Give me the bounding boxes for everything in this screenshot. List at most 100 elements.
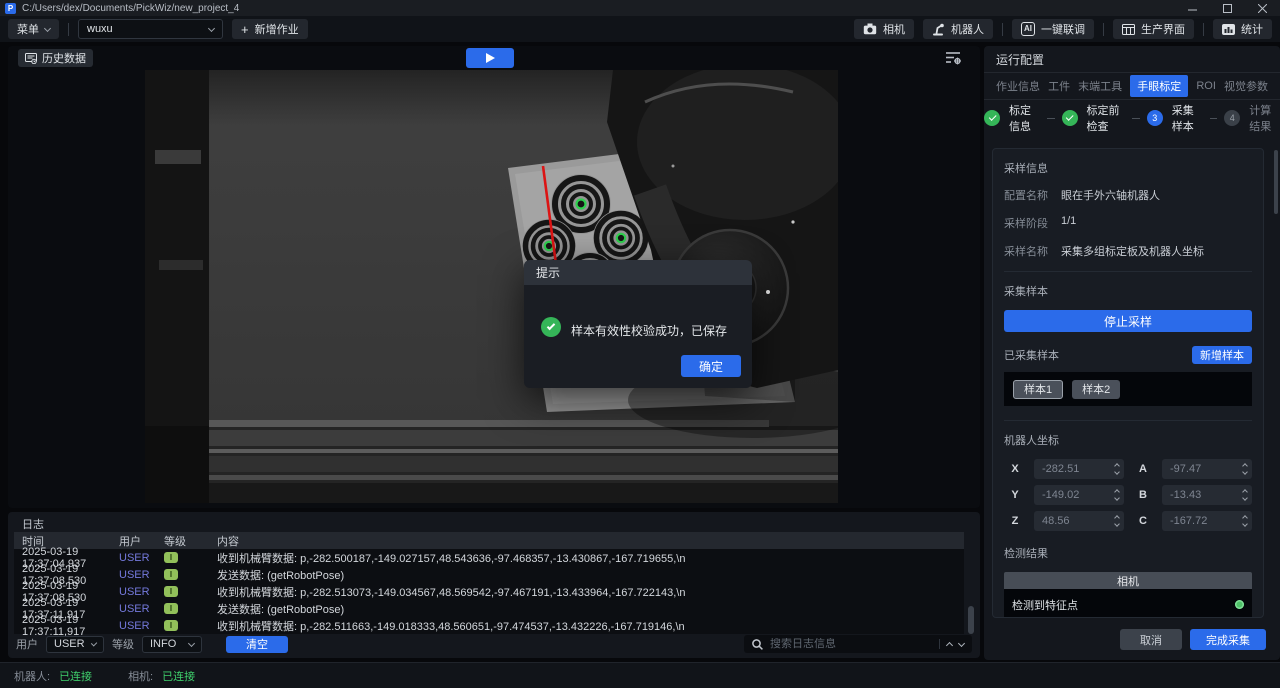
detection-title: 检测结果: [1004, 545, 1252, 561]
divider: [68, 23, 69, 36]
robot-button[interactable]: 机器人: [923, 19, 993, 39]
step-done-icon: [1062, 110, 1078, 126]
panel-footer: 取消 完成采集: [1120, 629, 1266, 650]
stepper-icon[interactable]: [1243, 514, 1247, 526]
dialog-title: 提示: [524, 260, 752, 285]
step-connector: [1132, 118, 1140, 119]
panel-scrollbar[interactable]: [1274, 150, 1278, 214]
stepper-icon[interactable]: [1115, 488, 1119, 500]
stepper-icon[interactable]: [1115, 462, 1119, 474]
robot-coords-title: 机器人坐标: [1004, 432, 1252, 448]
divider: [1002, 23, 1003, 36]
log-search-input[interactable]: [770, 638, 932, 650]
tab-workpiece[interactable]: 工件: [1048, 78, 1070, 94]
app-logo-icon: P: [5, 3, 16, 14]
log-row[interactable]: 2025-03-19 17:37:08,530 USER I 收到机械臂数据: …: [14, 583, 964, 600]
search-next-icon[interactable]: [958, 639, 965, 646]
collected-label: 已采集样本: [1004, 347, 1059, 363]
config-name-row: 配置名称 眼在手外六轴机器人: [1004, 187, 1252, 203]
success-check-icon: [541, 317, 561, 337]
log-row[interactable]: 2025-03-19 17:37:11,917 USER I 收到机械臂数据: …: [14, 617, 964, 634]
viewer-panel: 历史数据: [8, 46, 980, 508]
coord-c-input[interactable]: -167.72: [1162, 511, 1252, 531]
search-prev-icon[interactable]: [946, 641, 953, 648]
job-select[interactable]: wuxu: [78, 19, 223, 39]
production-view-button[interactable]: 生产界面: [1113, 19, 1194, 39]
calibration-steps: 标定信息 标定前检查 3 采集样本 4 计算结果: [984, 100, 1280, 136]
cancel-button[interactable]: 取消: [1120, 629, 1182, 650]
statistics-button[interactable]: 统计: [1213, 19, 1272, 39]
divider: [1004, 271, 1252, 272]
log-row[interactable]: 2025-03-19 17:37:08,530 USER I 发送数据: (ge…: [14, 566, 964, 583]
col-header-level: 等级: [164, 533, 217, 549]
sample-chip-1[interactable]: 样本1: [1013, 380, 1063, 399]
one-key-connect-button[interactable]: AI 一键联调: [1012, 19, 1094, 39]
tab-roi[interactable]: ROI: [1196, 80, 1216, 92]
menu-button[interactable]: 菜单: [8, 19, 59, 39]
clear-log-button[interactable]: 清空: [226, 636, 288, 653]
robot-arm-icon: [932, 23, 945, 36]
coord-y-input[interactable]: -149.02: [1034, 485, 1124, 505]
step-active-number: 3: [1147, 110, 1163, 126]
coord-b-input[interactable]: -13.43: [1162, 485, 1252, 505]
robot-coords-grid: X -282.51 A -97.47 Y -149.02 B -13.43 Z …: [1004, 459, 1252, 531]
new-job-button[interactable]: + 新增作业: [232, 19, 308, 39]
finish-collect-button[interactable]: 完成采集: [1190, 629, 1266, 650]
grid-icon: [1122, 24, 1135, 35]
display-settings-button[interactable]: [945, 50, 962, 70]
info-level-icon: I: [164, 569, 178, 580]
info-level-icon: I: [164, 552, 178, 563]
coord-x-input[interactable]: -282.51: [1034, 459, 1124, 479]
chevron-down-icon: [44, 24, 51, 31]
play-icon: [486, 53, 495, 63]
maximize-icon[interactable]: [1210, 0, 1245, 16]
log-controls: 用户 USER 等级 INFO 清空: [16, 635, 972, 653]
close-icon[interactable]: [1245, 0, 1280, 16]
stop-sampling-button[interactable]: 停止采样: [1004, 310, 1252, 332]
col-header-content: 内容: [217, 533, 964, 549]
history-data-button[interactable]: 历史数据: [18, 49, 93, 67]
play-button[interactable]: [466, 48, 514, 68]
divider: [1103, 23, 1104, 36]
log-row[interactable]: 2025-03-19 17:37:04,937 USER I 收到机械臂数据: …: [14, 549, 964, 566]
collect-title: 采集样本: [1004, 283, 1252, 299]
step-label: 标定前检查: [1087, 102, 1126, 134]
window-controls: [1175, 0, 1280, 16]
sample-stage-row: 采样阶段 1/1: [1004, 215, 1252, 231]
robot-connected-value: 已连接: [59, 668, 92, 684]
level-filter-select[interactable]: INFO: [142, 636, 202, 653]
log-row[interactable]: 2025-03-19 17:37:11,917 USER I 发送数据: (ge…: [14, 600, 964, 617]
detection-results: 检测到特征点 点云误差(平均距离): 0.24448402013074585mm…: [1004, 589, 1252, 618]
search-icon: [752, 639, 763, 650]
tab-hand-eye-calibration[interactable]: 手眼标定: [1130, 75, 1188, 97]
step-connector: [1210, 118, 1218, 119]
log-panel: 日志 时间 用户 等级 内容 2025-03-19 17:37:04,937 U…: [8, 512, 980, 658]
coord-a-input[interactable]: -97.47: [1162, 459, 1252, 479]
user-filter-select[interactable]: USER: [46, 636, 104, 653]
filter-gear-icon: [945, 50, 962, 65]
axis-a-label: A: [1132, 463, 1154, 475]
detection-row: 检测到特征点: [1004, 592, 1252, 617]
tab-end-tool[interactable]: 末端工具: [1078, 78, 1122, 94]
camera-button[interactable]: 相机: [854, 19, 914, 39]
log-scrollbar[interactable]: [968, 549, 974, 634]
sample-chip-2[interactable]: 样本2: [1072, 380, 1120, 399]
tab-vision-params[interactable]: 视觉参数: [1224, 78, 1268, 94]
plus-icon: +: [241, 23, 249, 36]
coord-z-input[interactable]: 48.56: [1034, 511, 1124, 531]
main-toolbar: 菜单 wuxu + 新增作业 相机 机器人 AI 一键联调 生产界面: [0, 16, 1280, 42]
stepper-icon[interactable]: [1243, 488, 1247, 500]
tab-job-info[interactable]: 作业信息: [996, 78, 1040, 94]
stepper-icon[interactable]: [1243, 462, 1247, 474]
divider: [939, 639, 940, 649]
step-label: 计算结果: [1249, 102, 1280, 134]
titlebar: P C:/Users/dex/Documents/PickWiz/new_pro…: [0, 0, 1280, 16]
detection-camera-header: 相机: [1004, 572, 1252, 589]
col-header-user: 用户: [119, 533, 164, 549]
chevron-down-icon: [188, 639, 195, 646]
dialog-ok-button[interactable]: 确定: [681, 355, 741, 377]
minimize-icon[interactable]: [1175, 0, 1210, 16]
axis-b-label: B: [1132, 489, 1154, 501]
add-sample-button[interactable]: 新增样本: [1192, 346, 1252, 364]
stepper-icon[interactable]: [1115, 514, 1119, 526]
